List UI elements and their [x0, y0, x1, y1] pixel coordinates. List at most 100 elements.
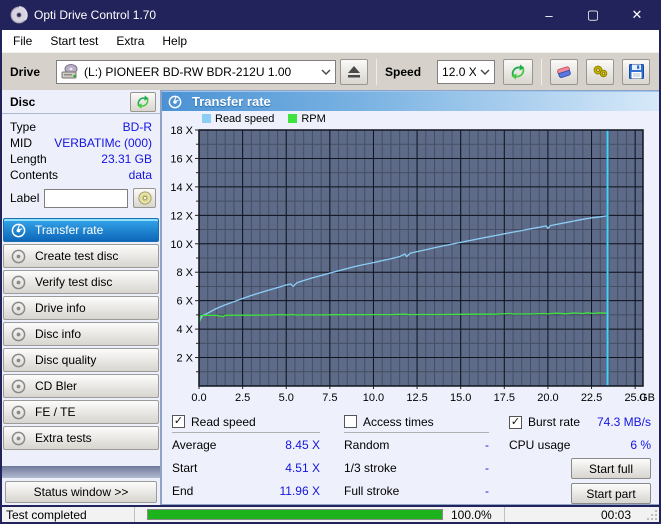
menu-start-test[interactable]: Start test [41, 32, 107, 50]
erase-disc-button[interactable] [550, 59, 578, 85]
read-speed-stats: ✓ Read speed Average 8.45 X Start 4.51 X… [172, 411, 320, 505]
legend-label: Read speed [215, 113, 274, 125]
sidebar-item-cd-bler[interactable]: CD Bler [3, 374, 159, 398]
disc-mid-label: MID [10, 135, 32, 151]
client-area: Disc Type BD-R [2, 90, 659, 505]
window-title: Opti Drive Control 1.70 [34, 8, 156, 22]
stat-label: Full stroke [344, 484, 399, 498]
save-button[interactable] [622, 59, 650, 85]
refresh-speeds-button[interactable] [503, 59, 533, 85]
gears-icon [592, 64, 609, 79]
save-icon [629, 64, 644, 79]
cd-icon [11, 223, 26, 238]
cd-icon [11, 301, 26, 316]
stat-label: 1/3 stroke [344, 461, 397, 475]
svg-text:22.5: 22.5 [581, 392, 602, 404]
write-label-button[interactable] [133, 188, 156, 208]
svg-text:5.0: 5.0 [279, 392, 294, 404]
sidebar-spacer [2, 452, 160, 466]
drive-icon [61, 64, 79, 80]
burst-rate-stats: ✓ Burst rate 74.3 MB/s CPU usage 6 % Sta… [509, 411, 651, 505]
stat-value: 4.51 X [285, 461, 320, 475]
transfer-rate-chart: 2 X4 X6 X8 X10 X12 X14 X16 X18 X0.02.55.… [162, 126, 657, 406]
read-speed-checkbox[interactable]: ✓ [172, 415, 185, 428]
stat-random: Random - [344, 433, 489, 456]
stats-area: ✓ Read speed Average 8.45 X Start 4.51 X… [162, 406, 659, 505]
drive-select[interactable]: (L:) PIONEER BD-RW BDR-212U 1.00 [56, 60, 336, 84]
transfer-rate-panel: Transfer rate Read speed RPM 2 X4 X6 X8 … [161, 90, 659, 505]
sidebar-item-label: Drive info [35, 301, 86, 315]
speed-value: 12.0 X [442, 65, 476, 79]
sidebar-item-verify-test-disc[interactable]: Verify test disc [3, 270, 159, 294]
menu-file[interactable]: File [4, 32, 41, 50]
svg-text:0.0: 0.0 [191, 392, 206, 404]
status-window-button[interactable]: Status window >> [5, 481, 157, 503]
chevron-down-icon [480, 69, 490, 75]
disc-label-input[interactable] [44, 189, 128, 208]
app-cd-icon [10, 6, 28, 24]
disc-type-value: BD-R [123, 119, 152, 135]
chart-legend: Read speed RPM [162, 111, 659, 126]
sidebar-item-create-test-disc[interactable]: Create test disc [3, 244, 159, 268]
disc-panel: Disc Type BD-R [2, 90, 160, 213]
menu-bar: File Start test Extra Help [2, 30, 659, 52]
resize-grip[interactable] [647, 510, 657, 520]
drive-value: (L:) PIONEER BD-RW BDR-212U 1.00 [84, 65, 317, 79]
read-speed-checkbox-label: Read speed [191, 415, 320, 429]
burst-rate-checkbox[interactable]: ✓ [509, 416, 522, 429]
svg-text:20.0: 20.0 [537, 392, 558, 404]
stat-label: CPU usage [509, 438, 570, 452]
svg-text:17.5: 17.5 [494, 392, 515, 404]
sidebar-item-drive-info[interactable]: Drive info [3, 296, 159, 320]
toolbar-separator [541, 59, 542, 85]
access-times-checkbox[interactable] [344, 415, 357, 428]
stat-label: Start [172, 461, 197, 475]
stat-value: 11.96 X [280, 484, 320, 498]
stat-cpu-usage: CPU usage 6 % [509, 433, 651, 456]
settings-button[interactable] [586, 59, 614, 85]
svg-text:7.5: 7.5 [322, 392, 337, 404]
eject-button[interactable] [340, 59, 368, 85]
menu-help[interactable]: Help [153, 32, 196, 50]
sidebar-item-label: Verify test disc [35, 275, 112, 289]
speed-label: Speed [385, 65, 421, 79]
sidebar-item-disc-quality[interactable]: Disc quality [3, 348, 159, 372]
progress-track [147, 509, 443, 520]
sidebar-item-label: Disc info [35, 327, 81, 341]
stat-one-third-stroke: 1/3 stroke - [344, 456, 489, 479]
burst-rate-value: 74.3 MB/s [597, 415, 651, 429]
cd-icon [11, 379, 26, 394]
minimize-button[interactable]: – [527, 0, 571, 30]
refresh-disc-button[interactable] [130, 92, 156, 112]
disc-label-label: Label [10, 191, 39, 205]
cd-icon [138, 191, 152, 205]
disc-row-contents: Contents data [2, 167, 160, 183]
disc-type-label: Type [10, 119, 36, 135]
start-full-button[interactable]: Start full [571, 458, 651, 479]
disc-contents-value[interactable]: data [129, 167, 152, 183]
app-window: Opti Drive Control 1.70 – ▢ ✕ File Start… [0, 0, 661, 524]
start-part-button[interactable]: Start part [571, 483, 651, 504]
svg-text:14 X: 14 X [170, 182, 193, 194]
disc-contents-label: Contents [10, 167, 58, 183]
speed-select[interactable]: 12.0 X [437, 60, 495, 84]
svg-text:12.5: 12.5 [406, 392, 427, 404]
stat-average: Average 8.45 X [172, 433, 320, 456]
menu-extra[interactable]: Extra [107, 32, 153, 50]
legend-swatch-rpm [288, 114, 297, 123]
sidebar-item-extra-tests[interactable]: Extra tests [3, 426, 159, 450]
sidebar-item-disc-info[interactable]: Disc info [3, 322, 159, 346]
drive-label: Drive [10, 65, 40, 79]
maximize-button[interactable]: ▢ [571, 0, 615, 30]
close-button[interactable]: ✕ [615, 0, 659, 30]
panel-title: Transfer rate [192, 94, 271, 109]
refresh-icon [136, 95, 150, 109]
status-text: Test completed [2, 507, 135, 522]
sidebar-item-transfer-rate[interactable]: Transfer rate [3, 218, 159, 242]
sidebar-item-fe-te[interactable]: FE / TE [3, 400, 159, 424]
disc-row-mid: MID VERBATIMc (000) [2, 135, 160, 151]
panel-header: Transfer rate [162, 91, 659, 111]
refresh-icon [510, 64, 526, 80]
stat-label: End [172, 484, 193, 498]
svg-text:2 X: 2 X [176, 353, 193, 365]
